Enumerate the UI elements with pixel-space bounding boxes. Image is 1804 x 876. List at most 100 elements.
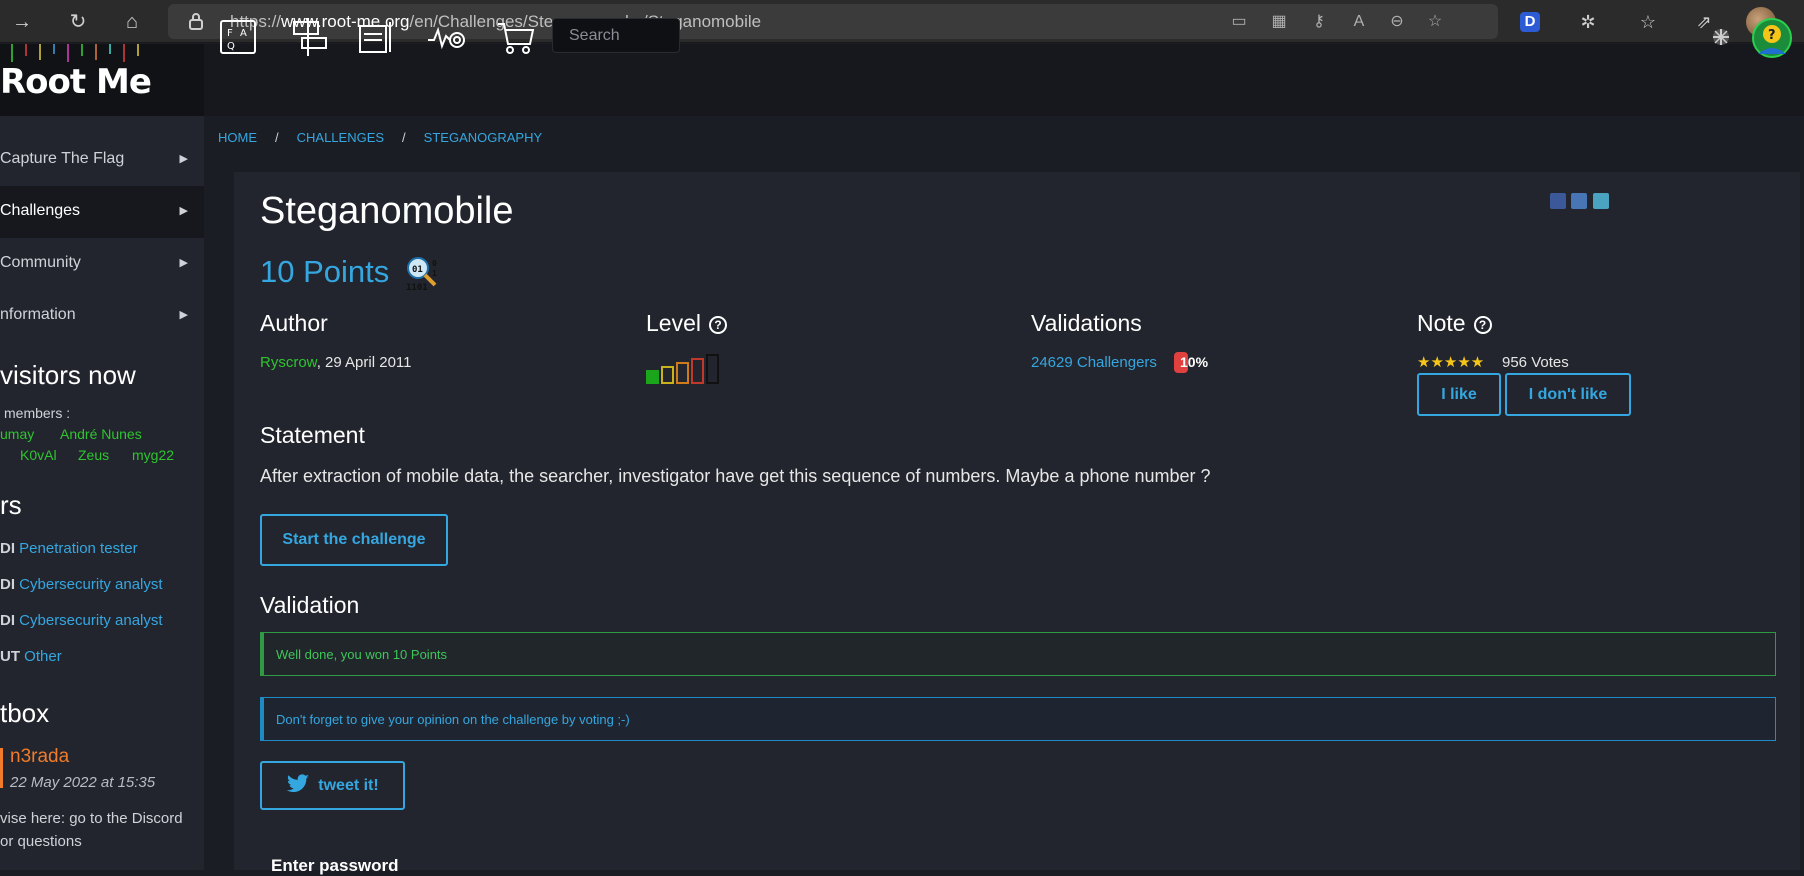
svg-text:1: 1 <box>432 269 437 278</box>
job-offer[interactable]: UT Other <box>0 648 62 665</box>
visitors-heading: visitors now <box>0 360 136 390</box>
note-heading: Note? <box>1417 310 1492 337</box>
member-link[interactable]: André Nunes <box>60 426 142 442</box>
help-icon[interactable]: ? <box>1473 316 1492 334</box>
job-type: UT <box>0 648 20 665</box>
member-link[interactable]: K0vAl <box>20 447 57 463</box>
radar-target-icon[interactable] <box>426 18 466 56</box>
linkedin-share-icon[interactable] <box>1571 193 1587 209</box>
chevron-right-icon: ▶ <box>179 309 188 321</box>
validation-percentage-badge: 10% <box>1174 352 1214 373</box>
sidebar-item-label: Community <box>0 254 81 271</box>
challenge-points: 10 Points <box>260 254 390 289</box>
chevron-right-icon: ▶ <box>179 257 188 269</box>
tweet-button[interactable]: tweet it! <box>260 761 405 810</box>
author-info: Ryscrow, 29 April 2011 <box>260 354 411 371</box>
challenges-signpost-icon[interactable] <box>290 18 330 56</box>
chat-author[interactable]: n3rada <box>10 746 69 768</box>
info-alert: Don't forget to give your opinion on the… <box>260 697 1776 741</box>
validations-heading: Validations <box>1031 310 1142 336</box>
job-title: Penetration tester <box>19 540 138 557</box>
ctf-board-icon[interactable]: F AQ <box>218 18 258 56</box>
members-label: members : <box>4 405 71 421</box>
statement-text: After extraction of mobile data, the sea… <box>260 466 1211 486</box>
browser-toolbar: → ↻ ⌂ https://www.root-me.org/en/Challen… <box>0 0 1804 43</box>
lock-icon <box>189 13 203 30</box>
level-bar <box>691 358 704 384</box>
member-link[interactable]: umay <box>0 426 34 442</box>
read-aloud-icon[interactable]: A <box>1348 12 1370 32</box>
home-icon[interactable]: ⌂ <box>118 8 146 36</box>
sidebar-item-label: Capture The Flag <box>0 150 125 167</box>
tweet-label: tweet it! <box>318 777 379 794</box>
zoom-out-icon[interactable]: ⊖ <box>1386 12 1408 32</box>
dashlane-extension-icon[interactable]: D <box>1520 12 1540 32</box>
publish-date: , 29 April 2011 <box>316 354 412 371</box>
shopping-cart-icon[interactable] <box>496 18 536 56</box>
app-available-icon[interactable]: ▭ <box>1228 12 1250 32</box>
favorites-icon[interactable]: ☆ <box>1634 8 1662 36</box>
svg-text:A: A <box>240 28 247 39</box>
job-offer[interactable]: DI Cybersecurity analyst <box>0 612 163 629</box>
note-heading-text: Note <box>1417 310 1466 336</box>
sidebar-item-label: nformation <box>0 306 76 323</box>
job-offer[interactable]: DI Cybersecurity analyst <box>0 576 163 593</box>
key-icon[interactable]: ⚷ <box>1308 12 1330 32</box>
member-link[interactable]: myg22 <box>132 447 174 463</box>
chat-message: or questions <box>0 833 82 850</box>
breadcrumb-separator: / <box>402 130 406 145</box>
validations-link[interactable]: 24629 Challengers <box>1031 354 1157 371</box>
votes-count: 956 Votes <box>1502 354 1569 371</box>
sidebar-item-information[interactable]: nformation ▶ <box>0 290 204 342</box>
breadcrumb-home[interactable]: HOME <box>218 130 257 145</box>
chat-avatar <box>0 748 3 788</box>
apps-icon[interactable]: ▦ <box>1268 12 1290 32</box>
chevron-right-icon: ▶ <box>179 205 188 217</box>
logo-area[interactable]: Root Me <box>0 44 204 116</box>
svg-text:F: F <box>227 28 233 39</box>
success-alert: Well done, you won 10 Points <box>260 632 1776 676</box>
user-avatar-icon: ? <box>1758 25 1786 54</box>
level-bar <box>646 370 659 384</box>
forward-icon[interactable]: → <box>8 8 36 36</box>
job-offer[interactable]: DI Penetration tester <box>0 540 138 557</box>
breadcrumb-category[interactable]: STEGANOGRAPHY <box>424 130 542 145</box>
job-title: Other <box>24 648 62 665</box>
sidebar-item-ctf[interactable]: Capture The Flag ▶ <box>0 134 204 186</box>
site-logo: Root Me <box>0 62 152 102</box>
documents-pen-icon[interactable] <box>356 18 396 56</box>
language-flag-icon[interactable] <box>1712 28 1730 46</box>
like-button[interactable]: I like <box>1417 373 1501 416</box>
reload-icon[interactable]: ↻ <box>64 8 92 36</box>
chat-message: vise here: go to the Discord <box>0 810 183 827</box>
challenge-card <box>234 172 1800 870</box>
breadcrumb-separator: / <box>275 130 279 145</box>
favorite-add-icon[interactable]: ☆ <box>1424 12 1446 32</box>
sidebar-item-community[interactable]: Community ▶ <box>0 238 204 290</box>
level-bar <box>676 362 689 384</box>
sidebar-item-challenges[interactable]: Challenges ▶ <box>0 186 204 238</box>
user-avatar[interactable]: ? <box>1752 18 1792 58</box>
help-icon[interactable]: ? <box>708 316 727 334</box>
statement-heading: Statement <box>260 422 365 448</box>
twitter-share-icon[interactable] <box>1593 193 1609 209</box>
extensions-icon[interactable]: ✲ <box>1574 8 1602 36</box>
level-bar <box>661 366 674 384</box>
chatbox-heading: tbox <box>0 698 50 728</box>
svg-text:?: ? <box>1768 28 1776 43</box>
member-link[interactable]: Zeus <box>78 447 109 463</box>
level-heading-text: Level <box>646 310 701 336</box>
search-input[interactable]: Search <box>552 18 680 53</box>
chat-date: 22 May 2022 at 15:35 <box>10 774 156 791</box>
author-link[interactable]: Ryscrow <box>260 354 317 371</box>
rating-stars: ★★★★★ <box>1417 354 1485 371</box>
start-challenge-button[interactable]: Start the challenge <box>260 514 448 566</box>
author-heading: Author <box>260 310 328 336</box>
breadcrumb-challenges[interactable]: CHALLENGES <box>297 130 384 145</box>
job-title: Cybersecurity analyst <box>19 576 163 593</box>
facebook-share-icon[interactable] <box>1550 193 1566 209</box>
svg-text:1101: 1101 <box>406 283 428 293</box>
validation-percentage-text: 10% <box>1180 354 1209 370</box>
svg-text:01: 01 <box>412 265 423 275</box>
dislike-button[interactable]: I don't like <box>1505 373 1631 416</box>
